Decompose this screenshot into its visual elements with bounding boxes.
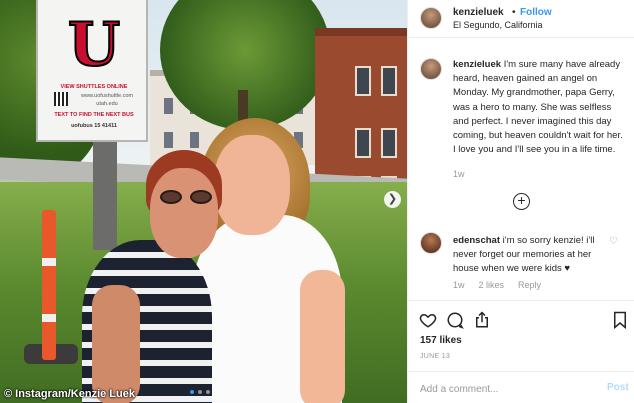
woman-left-face bbox=[150, 168, 218, 258]
carousel-dot bbox=[206, 390, 210, 394]
qr-code bbox=[54, 92, 68, 106]
sign-line: TEXT TO FIND THE NEXT BUS bbox=[54, 112, 134, 118]
caption-avatar[interactable] bbox=[420, 58, 442, 80]
comment-text: edenschat i'm so sorry kenzie! i'll neve… bbox=[453, 234, 608, 276]
bookmark-icon[interactable] bbox=[611, 311, 629, 329]
post-actions: 157 likes JUNE 13 Post bbox=[408, 300, 634, 402]
share-icon[interactable] bbox=[473, 311, 491, 329]
photo-credit: © Instagram/Kenzie Luek bbox=[4, 388, 135, 400]
reply-button[interactable]: Reply bbox=[518, 280, 541, 290]
carousel-dot bbox=[198, 390, 202, 394]
comment-input[interactable] bbox=[420, 381, 590, 397]
next-photo-button[interactable]: ❯ bbox=[384, 191, 401, 208]
post-header: kenzieluek • Follow El Segundo, Californ… bbox=[408, 0, 634, 38]
comment-username[interactable]: edenschat bbox=[453, 235, 500, 246]
avatar[interactable] bbox=[420, 7, 442, 29]
carousel-dot bbox=[190, 390, 194, 394]
comment-bubble-icon[interactable] bbox=[446, 311, 464, 329]
caption-username[interactable]: kenzieluek bbox=[453, 59, 501, 70]
sign-pole bbox=[93, 142, 117, 250]
sign-line: www.uofushuttle.com bbox=[81, 93, 133, 99]
add-comment-bar: Post bbox=[408, 371, 634, 403]
follow-button[interactable]: Follow bbox=[520, 7, 552, 18]
sunglasses bbox=[160, 190, 220, 206]
comment-avatar[interactable] bbox=[420, 232, 442, 254]
comment-likes[interactable]: 2 likes bbox=[479, 280, 505, 290]
caption-text: kenzieluek I'm sure many have already he… bbox=[453, 58, 628, 157]
woman-right-arm bbox=[300, 270, 345, 403]
like-count[interactable]: 157 likes bbox=[420, 335, 462, 346]
sign-line: utah.edu bbox=[96, 101, 118, 107]
load-more-comments-button[interactable]: + bbox=[513, 193, 530, 210]
shuttle-sign: U VIEW SHUTTLES ONLINE www.uofushuttle.c… bbox=[36, 0, 148, 142]
carousel-dots bbox=[190, 390, 210, 394]
caption-time: 1w bbox=[453, 169, 465, 179]
comment-time: 1w bbox=[453, 280, 465, 290]
woman-right-face bbox=[214, 135, 290, 235]
woman-left-arm bbox=[92, 285, 140, 403]
caption-body: I'm sure many have already heard, heaven… bbox=[453, 59, 623, 156]
comment-meta: 1w 2 likes Reply bbox=[453, 280, 541, 290]
header-username[interactable]: kenzieluek bbox=[453, 7, 504, 18]
post-date: JUNE 13 bbox=[420, 353, 451, 360]
comment-like-icon[interactable]: ♡ bbox=[609, 236, 618, 247]
post-button[interactable]: Post bbox=[607, 382, 629, 393]
traffic-delineator bbox=[42, 210, 56, 360]
sign-line: uofubus 15 41411 bbox=[71, 123, 117, 129]
sign-line: VIEW SHUTTLES ONLINE bbox=[60, 84, 128, 90]
university-logo: U bbox=[67, 10, 121, 80]
location-link[interactable]: El Segundo, California bbox=[453, 20, 543, 30]
separator-dot: • bbox=[512, 7, 516, 18]
heart-icon[interactable] bbox=[419, 311, 437, 329]
post-sidebar: kenzieluek • Follow El Segundo, Californ… bbox=[407, 0, 634, 403]
post-photo[interactable]: U VIEW SHUTTLES ONLINE www.uofushuttle.c… bbox=[0, 0, 407, 403]
brick-building bbox=[315, 28, 407, 198]
